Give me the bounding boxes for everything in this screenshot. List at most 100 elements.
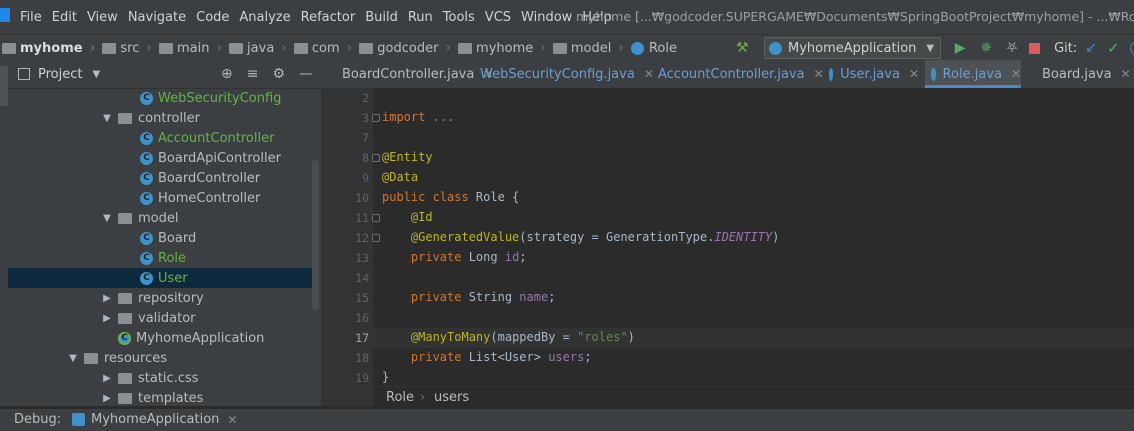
- coverage-shield-icon[interactable]: ⛧: [1003, 39, 1021, 57]
- editor-breadcrumb-item[interactable]: users: [434, 390, 469, 405]
- git-push-icon[interactable]: ◯: [1130, 40, 1134, 56]
- git-commit-check-icon[interactable]: ✓: [1107, 39, 1120, 57]
- menu-run[interactable]: Run: [408, 10, 433, 25]
- tree-item[interactable]: ▼ resources: [8, 348, 312, 368]
- fold-marker-icon[interactable]: [372, 154, 380, 162]
- code-line[interactable]: @Id: [382, 210, 433, 224]
- tree-item[interactable]: C MyhomeApplication: [8, 328, 312, 348]
- tree-item[interactable]: ▼ controller: [8, 108, 312, 128]
- menu-code[interactable]: Code: [196, 10, 229, 25]
- class-icon: C: [140, 191, 153, 205]
- chevron-right-icon[interactable]: ▶: [102, 373, 112, 384]
- debug-session-icon: [72, 413, 85, 426]
- tree-item[interactable]: C HomeController: [8, 188, 312, 208]
- tree-item[interactable]: C Role: [8, 248, 312, 268]
- breadcrumb-label: myhome: [20, 40, 83, 56]
- code-line[interactable]: @ManyToMany(mappedBy = "roles"): [382, 330, 635, 344]
- code-line[interactable]: private String name;: [382, 290, 556, 304]
- menu-tools[interactable]: Tools: [443, 10, 475, 25]
- run-play-icon[interactable]: ▶: [951, 39, 969, 57]
- menu-analyze[interactable]: Analyze: [239, 10, 290, 25]
- code-line[interactable]: import ...: [382, 110, 454, 124]
- breadcrumb-item[interactable]: com ›: [293, 40, 359, 56]
- menu-edit[interactable]: Edit: [52, 10, 77, 25]
- debug-session-tab[interactable]: MyhomeApplication ✕: [72, 412, 237, 427]
- tree-item-label: Role: [158, 250, 187, 266]
- project-panel-title[interactable]: Project: [38, 67, 82, 82]
- fold-marker-icon[interactable]: [372, 214, 380, 222]
- menu-refactor[interactable]: Refactor: [301, 10, 356, 25]
- tab-websecurityconfig[interactable]: WebSecurityConfig.java ✕: [467, 60, 654, 88]
- code-line[interactable]: @Data: [382, 170, 418, 184]
- close-icon[interactable]: ✕: [1011, 67, 1021, 81]
- breadcrumb-item[interactable]: myhome ›: [0, 40, 102, 56]
- breadcrumb: myhome › src › main › java › com › godcoder › myhome…: [0, 35, 677, 61]
- close-icon[interactable]: ✕: [1121, 67, 1131, 81]
- menu-navigate[interactable]: Navigate: [128, 10, 186, 25]
- breadcrumb-item[interactable]: java ›: [229, 40, 294, 56]
- collapse-all-icon[interactable]: ≡: [247, 66, 259, 82]
- stop-icon[interactable]: [1029, 42, 1041, 54]
- breadcrumb-item[interactable]: godcoder ›: [359, 40, 458, 56]
- code-line[interactable]: @GeneratedValue(strategy = GenerationTyp…: [382, 230, 779, 244]
- code-line[interactable]: private List<User> users;: [382, 350, 592, 364]
- gear-icon[interactable]: ⚙: [272, 66, 285, 82]
- menu-view[interactable]: View: [87, 10, 118, 25]
- fold-marker-icon[interactable]: [372, 114, 380, 122]
- code-line[interactable]: private Long id;: [382, 250, 527, 264]
- hide-panel-icon[interactable]: —: [299, 66, 313, 82]
- tree-item[interactable]: ▶ templates: [8, 388, 312, 406]
- tree-item[interactable]: ▶ static.css: [8, 368, 312, 388]
- class-icon: [630, 41, 644, 55]
- breadcrumb-item[interactable]: src ›: [102, 40, 159, 56]
- tab-user[interactable]: User.java ✕: [823, 60, 919, 88]
- menu-build[interactable]: Build: [365, 10, 398, 25]
- project-tool-tab[interactable]: [0, 66, 8, 106]
- chevron-down-icon[interactable]: ▼: [68, 353, 78, 364]
- fold-marker-icon[interactable]: [372, 234, 380, 242]
- tree-item[interactable]: ▶ validator: [8, 308, 312, 328]
- chevron-right-icon[interactable]: ▶: [102, 293, 112, 304]
- menu-window[interactable]: Window: [521, 10, 572, 25]
- debug-bug-icon[interactable]: ✵: [977, 39, 995, 57]
- chevron-down-icon[interactable]: ▼: [102, 113, 112, 124]
- run-configuration-select[interactable]: MyhomeApplication ▼: [764, 37, 942, 59]
- tree-item[interactable]: C User: [8, 268, 312, 288]
- close-icon[interactable]: ✕: [227, 413, 237, 427]
- tree-item[interactable]: C WebSecurityConfig: [8, 88, 312, 108]
- locate-target-icon[interactable]: ⊕: [221, 66, 233, 82]
- tab-accountcontroller[interactable]: AccountController.java ✕: [645, 60, 824, 88]
- code-line[interactable]: }: [382, 370, 389, 384]
- breadcrumb-item[interactable]: Role: [630, 41, 677, 56]
- tab-role[interactable]: Role.java ✕: [925, 60, 1021, 88]
- build-hammer-icon[interactable]: ⚒: [736, 40, 752, 56]
- tree-item-label: WebSecurityConfig: [158, 90, 282, 106]
- chevron-right-icon[interactable]: ▶: [102, 393, 112, 404]
- code-line[interactable]: @Entity: [382, 150, 433, 164]
- line-number: 2: [362, 91, 369, 105]
- menu-vcs[interactable]: VCS: [485, 10, 511, 25]
- tree-item[interactable]: C BoardApiController: [8, 148, 312, 168]
- breadcrumb-item[interactable]: main ›: [158, 40, 229, 56]
- editor-scrollbar[interactable]: [1123, 88, 1130, 406]
- git-update-icon[interactable]: ↙: [1085, 40, 1097, 56]
- breadcrumb-item[interactable]: model ›: [552, 40, 631, 56]
- tab-board[interactable]: Board.java ✕: [1029, 60, 1131, 88]
- project-tree-scrollbar[interactable]: [312, 160, 319, 310]
- tree-item[interactable]: ▶ repository: [8, 288, 312, 308]
- code-line[interactable]: public class Role {: [382, 190, 519, 204]
- breadcrumb-label: main: [176, 40, 210, 56]
- chevron-right-icon[interactable]: ▶: [102, 313, 112, 324]
- breadcrumb-item[interactable]: myhome ›: [458, 40, 553, 56]
- close-icon[interactable]: ✕: [909, 67, 919, 81]
- menu-file[interactable]: File: [20, 10, 42, 25]
- tree-item[interactable]: C Board: [8, 228, 312, 248]
- editor-breadcrumb-item[interactable]: Role: [386, 390, 414, 405]
- chevron-down-icon[interactable]: ▼: [102, 213, 112, 224]
- tree-item[interactable]: C AccountController: [8, 128, 312, 148]
- chevron-down-icon[interactable]: ▼: [92, 69, 100, 80]
- tree-item[interactable]: C BoardController: [8, 168, 312, 188]
- code-editor[interactable]: import ... @Entity @Data public class Role …: [372, 88, 1134, 406]
- tree-item[interactable]: ▼ model: [8, 208, 312, 228]
- tab-boardcontroller[interactable]: BoardController.java ✕: [329, 60, 493, 88]
